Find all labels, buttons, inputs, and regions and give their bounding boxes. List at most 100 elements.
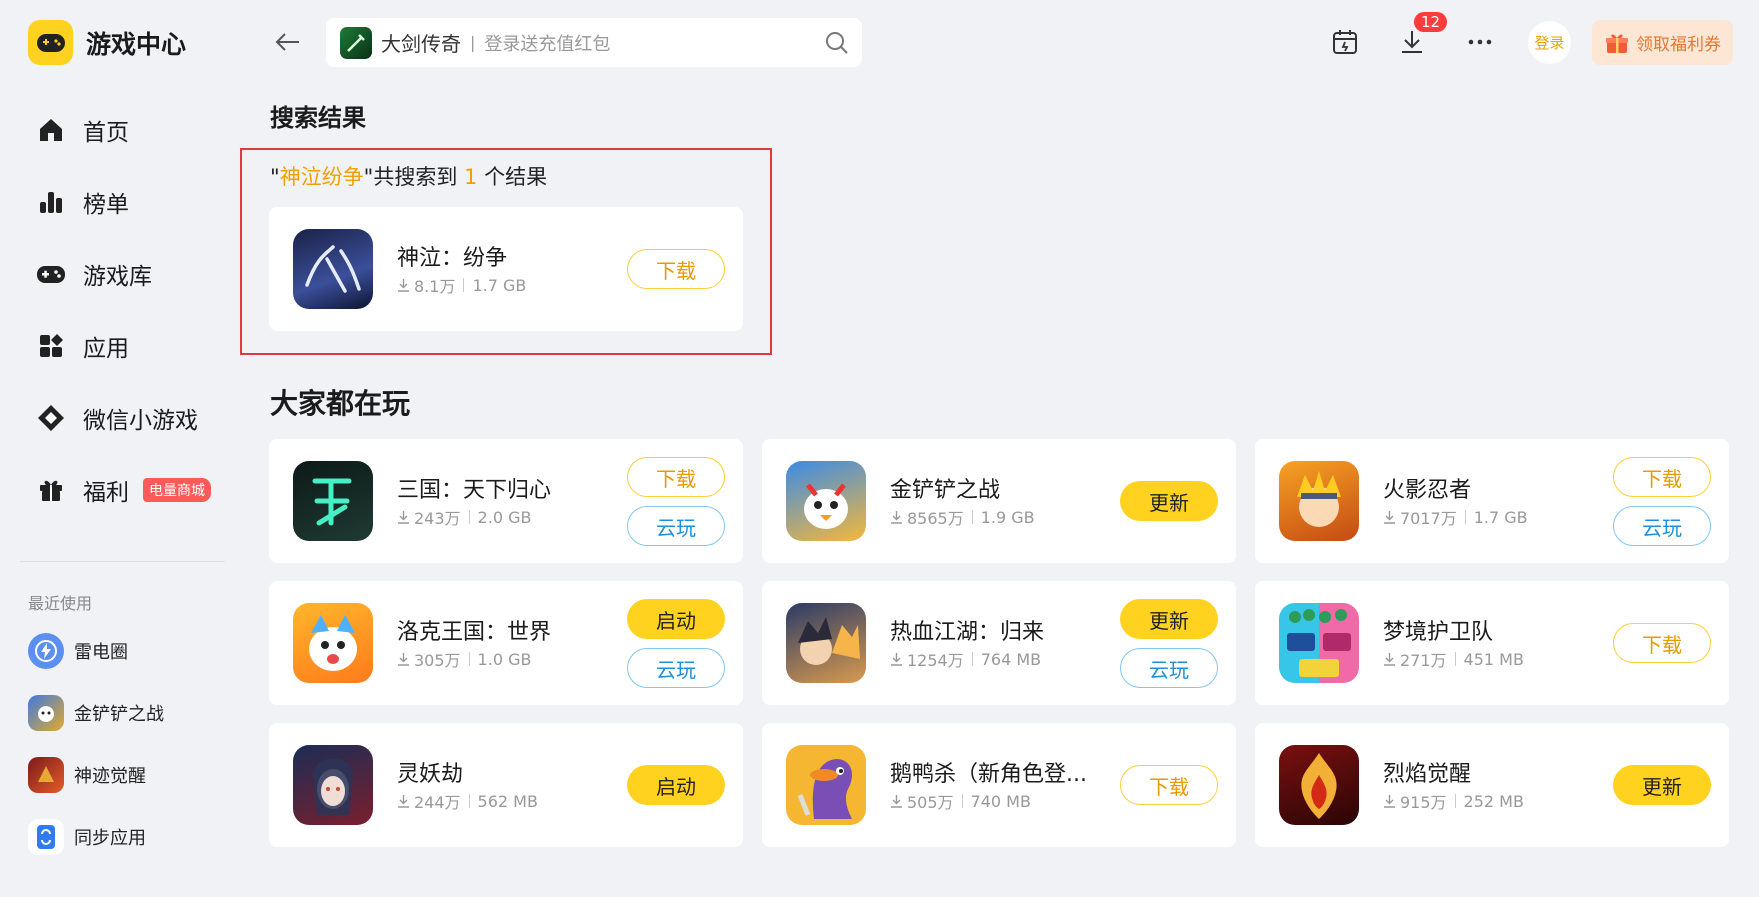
download-small-icon (891, 653, 902, 666)
file-size: 562 MB (477, 791, 538, 811)
download-count: 1254万 (907, 651, 964, 670)
download-manager-button[interactable]: 12 (1392, 12, 1448, 62)
sidebar-item-home[interactable]: 首页 (0, 94, 240, 166)
login-button[interactable]: 登录 (1528, 21, 1571, 64)
game-meta: 1254万 764 MB (890, 647, 1041, 671)
search-input[interactable]: 大剑传奇 | 登录送充值红包 (326, 18, 862, 67)
game-name: 三国：天下归心 (397, 478, 552, 503)
game-name: 金铲铲之战 (890, 478, 1001, 503)
tft-game-icon (786, 461, 866, 541)
game-meta: 244万 562 MB (397, 789, 538, 813)
file-size: 252 MB (1463, 791, 1524, 811)
download-button[interactable]: 下载 (627, 249, 725, 289)
download-count: 915万 (1400, 793, 1447, 812)
game-name: 神泣：纷争 (397, 246, 508, 271)
game-card[interactable]: 烈焰觉醒 915万 252 MB 更新 (1255, 723, 1729, 847)
sidebar-item-game-library[interactable]: 游戏库 (0, 238, 240, 310)
apps-icon (34, 329, 68, 363)
sync-app-icon (28, 819, 64, 855)
summary-suffix: 个结果 (477, 165, 548, 189)
launch-button[interactable]: 启动 (627, 765, 725, 805)
download-small-icon (398, 653, 409, 666)
search-result-card[interactable]: 神泣：纷争 8.1万 1.7 GB 下载 (269, 207, 743, 331)
recent-item[interactable]: 雷电圈 (28, 620, 164, 682)
sidebar-item-apps[interactable]: 应用 (0, 310, 240, 382)
game-card[interactable]: 梦境护卫队 271万 451 MB 下载 (1255, 581, 1729, 705)
sidebar-item-label: 应用 (83, 336, 129, 362)
shenji-game-icon (28, 757, 64, 793)
meta-divider (1464, 510, 1466, 524)
more-dots-icon (1468, 39, 1492, 45)
download-small-icon (891, 795, 902, 808)
search-game-name: 大剑传奇 (381, 32, 461, 56)
meta-divider (971, 510, 973, 524)
update-button[interactable]: 更新 (1120, 599, 1218, 639)
popular-title: 大家都在玩 (270, 387, 411, 420)
sword-game-icon (340, 26, 372, 59)
game-card[interactable]: 三国：天下归心 243万 2.0 GB 下载 云玩 (269, 439, 743, 563)
download-count: 244万 (414, 793, 461, 812)
download-button[interactable]: 下载 (1613, 623, 1711, 663)
sidebar-item-ranking[interactable]: 榜单 (0, 166, 240, 238)
game-card[interactable]: 金铲铲之战 8565万 1.9 GB 更新 (762, 439, 1236, 563)
game-card[interactable]: 热血江湖：归来 1254万 764 MB 更新 云玩 (762, 581, 1236, 705)
cloud-play-button[interactable]: 云玩 (627, 648, 725, 688)
launch-button[interactable]: 启动 (627, 599, 725, 639)
file-size: 740 MB (970, 791, 1031, 811)
cloud-play-button[interactable]: 云玩 (1120, 648, 1218, 688)
back-button[interactable] (270, 24, 306, 60)
download-button[interactable]: 下载 (1120, 765, 1218, 805)
search-icon[interactable] (824, 30, 850, 56)
thunder-circle-icon (28, 633, 64, 669)
goose-goose-duck-game-icon (786, 745, 866, 825)
wechat-minigame-icon (34, 401, 68, 435)
game-meta: 8.1万 1.7 GB (397, 273, 526, 297)
file-size: 1.7 GB (472, 275, 527, 295)
more-button[interactable] (1460, 22, 1500, 62)
game-card[interactable]: 洛克王国：世界 305万 1.0 GB 启动 云玩 (269, 581, 743, 705)
update-button[interactable]: 更新 (1613, 765, 1711, 805)
download-count: 305万 (414, 651, 461, 670)
roco-game-icon (293, 603, 373, 683)
recent-item-label: 金铲铲之战 (74, 704, 164, 725)
file-size: 451 MB (1463, 649, 1524, 669)
sidebar-item-welfare[interactable]: 福利 电量商城 (0, 454, 240, 526)
brand[interactable]: 游戏中心 (28, 20, 186, 65)
sidebar-item-label: 游戏库 (83, 264, 152, 290)
recent-item-label: 神迹觉醒 (74, 766, 146, 787)
sidebar-item-label: 首页 (83, 120, 129, 146)
recent-list: 雷电圈 金铲铲之战 神迹觉醒 同步应用 (28, 620, 164, 868)
game-card[interactable]: 灵妖劫 244万 562 MB 启动 (269, 723, 743, 847)
search-query: 神泣纷争 (279, 165, 364, 189)
quote-open: " (270, 165, 280, 189)
gift-box-icon (1606, 34, 1628, 53)
sidebar-item-label: 微信小游戏 (83, 408, 198, 434)
gamepad-icon (34, 257, 68, 291)
result-count: 1 (464, 165, 478, 189)
ranking-icon (34, 185, 68, 219)
mall-badge: 电量商城 (143, 478, 211, 502)
download-count: 243万 (414, 509, 461, 528)
cloud-play-button[interactable]: 云玩 (627, 506, 725, 546)
update-button[interactable]: 更新 (1120, 481, 1218, 521)
download-button[interactable]: 下载 (1613, 457, 1711, 497)
sidebar: 游戏中心 首页 榜单 游戏库 应用 微信小游戏 福利 电量商城 最近使用 雷电圈… (0, 0, 240, 897)
recent-item-label: 同步应用 (74, 828, 146, 849)
tft-game-icon (28, 695, 64, 731)
file-size: 764 MB (980, 649, 1042, 669)
sidebar-item-label: 福利 (83, 480, 129, 506)
download-button[interactable]: 下载 (627, 457, 725, 497)
game-card[interactable]: 鹅鸭杀（新角色登... 505万 740 MB 下载 (762, 723, 1236, 847)
game-card[interactable]: 火影忍者 7017万 1.7 GB 下载 云玩 (1255, 439, 1729, 563)
recent-item[interactable]: 同步应用 (28, 806, 164, 868)
game-meta: 915万 252 MB (1383, 789, 1524, 813)
claim-coupon-button[interactable]: 领取福利券 (1592, 20, 1733, 65)
cloud-play-button[interactable]: 云玩 (1613, 506, 1711, 546)
game-meta: 305万 1.0 GB (397, 647, 531, 671)
recent-item[interactable]: 金铲铲之战 (28, 682, 164, 744)
recent-item[interactable]: 神迹觉醒 (28, 744, 164, 806)
game-meta: 505万 740 MB (890, 789, 1031, 813)
sidebar-item-wechat-minigame[interactable]: 微信小游戏 (0, 382, 240, 454)
calendar-button[interactable] (1325, 22, 1365, 62)
download-small-icon (1384, 795, 1395, 808)
